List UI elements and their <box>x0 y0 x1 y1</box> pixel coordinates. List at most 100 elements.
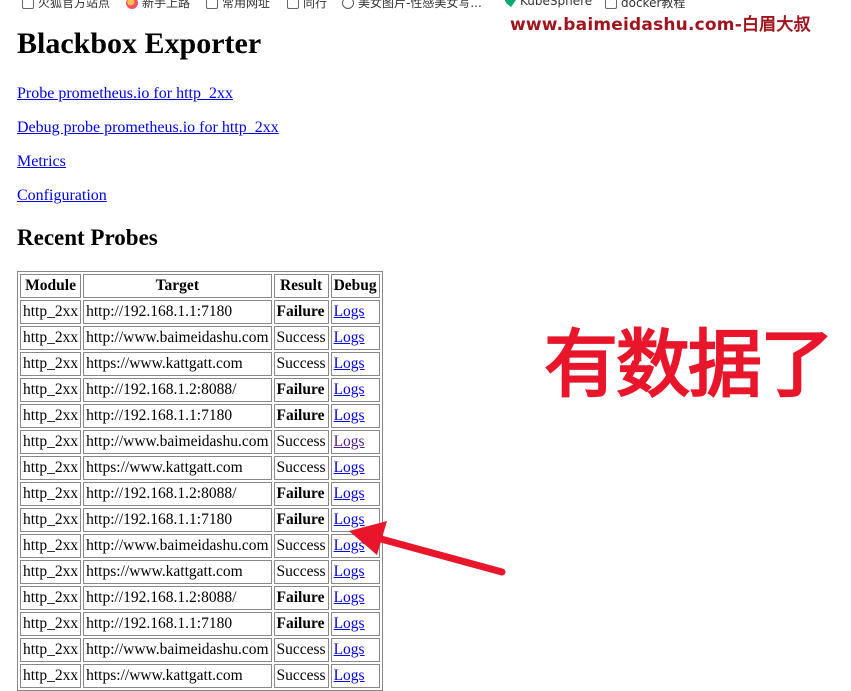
cell-target: http://192.168.1.2:8088/ <box>83 586 272 610</box>
bookmark-icon <box>605 0 617 9</box>
cell-debug: Logs <box>330 586 380 610</box>
bookmark-item[interactable]: 常用网址 <box>206 0 270 11</box>
cell-result: Success <box>273 534 329 558</box>
cell-target: https://www.kattgatt.com <box>83 560 272 584</box>
table-row: http_2xx http://192.168.1.1:7180 Failure Lo… <box>20 508 380 532</box>
table-row: http_2xx https://www.kattgatt.com Success L… <box>20 352 380 376</box>
cell-module: http_2xx <box>20 352 82 376</box>
cell-result: Success <box>273 430 329 454</box>
bookmark-item[interactable]: 新手上路 <box>126 0 190 11</box>
cell-debug: Logs <box>330 326 380 350</box>
cell-result: Failure <box>273 300 329 324</box>
table-row: http_2xx https://www.kattgatt.com Success L… <box>20 664 380 688</box>
cell-target: http://www.baimeidashu.com <box>83 430 272 454</box>
table-row: http_2xx http://www.baimeidashu.com Succes… <box>20 534 380 558</box>
column-header-target: Target <box>83 274 272 298</box>
logs-link[interactable]: Logs <box>334 381 365 398</box>
cell-debug: Logs <box>330 430 380 454</box>
probe-link[interactable]: Probe prometheus.io for http_2xx <box>17 85 233 103</box>
bookmark-item[interactable]: KubeSphere <box>504 0 592 8</box>
cell-module: http_2xx <box>20 612 82 636</box>
cell-result: Success <box>273 664 329 688</box>
watermark: www.baimeidashu.com-白眉大叔 <box>510 15 811 35</box>
table-row: http_2xx http://www.baimeidashu.com Succes… <box>20 638 380 662</box>
table-header-row: Module Target Result Debug <box>20 274 380 298</box>
bookmark-item[interactable]: 火狐官方站点 <box>22 0 110 11</box>
table-row: http_2xx http://192.168.1.2:8088/Failure L… <box>20 586 380 610</box>
annotation-text: 有数据了 <box>544 322 834 408</box>
cell-result: Success <box>273 352 329 376</box>
logs-link[interactable]: Logs <box>334 329 365 346</box>
kubesphere-icon <box>504 0 516 7</box>
cell-module: http_2xx <box>20 326 82 350</box>
cell-target: http://192.168.1.2:8088/ <box>83 482 272 506</box>
logs-link[interactable]: Logs <box>334 407 365 424</box>
logs-link[interactable]: Logs <box>334 355 365 372</box>
table-row: http_2xx https://www.kattgatt.com Success L… <box>20 560 380 584</box>
table-row: http_2xx http://192.168.1.1:7180 Failure Lo… <box>20 404 380 428</box>
globe-icon <box>342 0 354 9</box>
page-title: Blackbox Exporter <box>17 27 262 60</box>
table-row: http_2xx http://192.168.1.1:7180 Failure Lo… <box>20 612 380 636</box>
cell-result: Failure <box>273 482 329 506</box>
cell-module: http_2xx <box>20 404 82 428</box>
cell-target: http://www.baimeidashu.com <box>83 534 272 558</box>
table-row: http_2xx http://192.168.1.1:7180 Failure Lo… <box>20 300 380 324</box>
logs-link[interactable]: Logs <box>334 485 365 502</box>
bookmark-icon <box>287 0 299 9</box>
cell-debug: Logs <box>330 456 380 480</box>
cell-result: Failure <box>273 586 329 610</box>
cell-debug: Logs <box>330 300 380 324</box>
bookmark-item[interactable]: 美女图片-性感美女写... <box>342 0 482 11</box>
cell-module: http_2xx <box>20 378 82 402</box>
cell-result: Failure <box>273 612 329 636</box>
cell-debug: Logs <box>330 612 380 636</box>
logs-link[interactable]: Logs <box>334 433 365 450</box>
cell-module: http_2xx <box>20 456 82 480</box>
cell-module: http_2xx <box>20 638 82 662</box>
cell-module: http_2xx <box>20 664 82 688</box>
logs-link[interactable]: Logs <box>334 459 365 476</box>
bookmark-item[interactable]: 同行 <box>287 0 327 11</box>
table-row: http_2xx http://192.168.1.2:8088/Failure L… <box>20 378 380 402</box>
logs-link[interactable]: Logs <box>334 667 365 684</box>
cell-target: http://192.168.1.1:7180 <box>83 508 272 532</box>
table-row: http_2xx http://www.baimeidashu.com Succes… <box>20 326 380 350</box>
cell-module: http_2xx <box>20 482 82 506</box>
column-header-module: Module <box>20 274 82 298</box>
debug-probe-link[interactable]: Debug probe prometheus.io for http_2xx <box>17 119 279 137</box>
cell-result: Failure <box>273 508 329 532</box>
annotation-arrow <box>349 521 506 576</box>
section-title: Recent Probes <box>17 225 158 250</box>
metrics-link[interactable]: Metrics <box>17 153 66 171</box>
cell-target: http://www.baimeidashu.com <box>83 326 272 350</box>
cell-target: http://192.168.1.2:8088/ <box>83 378 272 402</box>
firefox-icon <box>126 0 138 9</box>
cell-target: https://www.kattgatt.com <box>83 352 272 376</box>
table-body: http_2xx http://192.168.1.1:7180 Failure Lo… <box>20 300 380 688</box>
table-row: http_2xx http://www.baimeidashu.com Succes… <box>20 430 380 454</box>
cell-debug: Logs <box>330 352 380 376</box>
cell-debug: Logs <box>330 378 380 402</box>
cell-module: http_2xx <box>20 508 82 532</box>
cell-target: https://www.kattgatt.com <box>83 664 272 688</box>
table-row: http_2xx https://www.kattgatt.com Success L… <box>20 456 380 480</box>
configuration-link[interactable]: Configuration <box>17 187 107 205</box>
cell-target: https://www.kattgatt.com <box>83 456 272 480</box>
logs-link[interactable]: Logs <box>334 589 365 606</box>
arrow-shaft <box>377 535 506 576</box>
cell-result: Success <box>273 638 329 662</box>
cell-target: http://192.168.1.1:7180 <box>83 300 272 324</box>
cell-result: Success <box>273 560 329 584</box>
cell-result: Success <box>273 326 329 350</box>
logs-link[interactable]: Logs <box>334 615 365 632</box>
column-header-debug: Debug <box>330 274 380 298</box>
cell-debug: Logs <box>330 664 380 688</box>
logs-link[interactable]: Logs <box>334 641 365 658</box>
cell-target: http://192.168.1.1:7180 <box>83 612 272 636</box>
bookmark-icon <box>206 0 218 9</box>
cell-result: Failure <box>273 378 329 402</box>
cell-target: http://www.baimeidashu.com <box>83 638 272 662</box>
cell-debug: Logs <box>330 404 380 428</box>
logs-link[interactable]: Logs <box>334 303 365 320</box>
